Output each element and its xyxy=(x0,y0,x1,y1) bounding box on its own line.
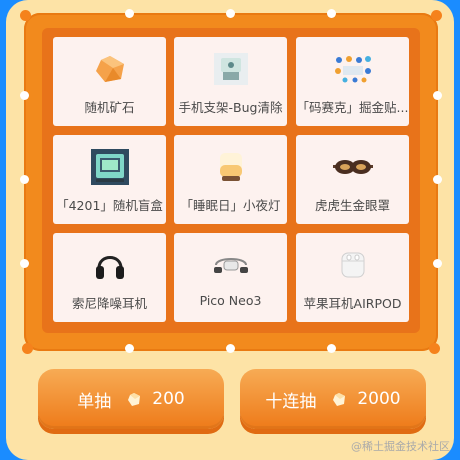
single-draw-label: 单抽 xyxy=(77,391,112,412)
light-dot xyxy=(327,344,336,353)
prize-cell[interactable]: 手机支架-Bug清除 xyxy=(174,37,287,126)
ore-icon xyxy=(88,51,132,87)
prize-cell[interactable]: 「睡眠日」小夜灯 xyxy=(174,135,287,224)
prize-cell[interactable]: 虎虎生金眼罩 xyxy=(296,135,409,224)
single-draw-cost: 200 xyxy=(152,389,185,409)
vr-headset-icon xyxy=(209,247,253,283)
prize-label: 「码赛克」掘金贴... xyxy=(296,100,409,115)
light-dot xyxy=(125,9,134,18)
prize-label: 手机支架-Bug清除 xyxy=(178,100,283,115)
prize-label: Pico Neo3 xyxy=(199,293,262,308)
ten-draw-button[interactable]: 十连抽 2000 xyxy=(240,369,426,429)
ore-coin-icon xyxy=(127,392,142,407)
light-dot xyxy=(433,91,442,100)
light-dot xyxy=(125,344,134,353)
light-dot xyxy=(433,175,442,184)
prize-label: 随机矿石 xyxy=(84,100,135,115)
light-dot xyxy=(20,175,29,184)
prize-cell[interactable]: 「4201」随机盲盒 xyxy=(53,135,166,224)
light-dot xyxy=(327,9,336,18)
night-light-icon xyxy=(209,149,253,185)
light-dot xyxy=(429,343,440,354)
prize-label: 苹果耳机AIRPOD xyxy=(303,296,402,311)
light-dot xyxy=(226,344,235,353)
prize-cell[interactable]: 随机矿石 xyxy=(53,37,166,126)
prize-label: 虎虎生金眼罩 xyxy=(314,198,390,213)
prize-label: 「睡眠日」小夜灯 xyxy=(180,198,281,213)
light-dot xyxy=(433,259,442,268)
light-dot xyxy=(22,343,33,354)
light-dot xyxy=(20,259,29,268)
phone-stand-icon xyxy=(209,51,253,87)
light-dot xyxy=(226,9,235,18)
blind-box-icon xyxy=(88,149,132,185)
airpods-icon xyxy=(331,247,375,283)
prize-cell[interactable]: 索尼降噪耳机 xyxy=(53,233,166,322)
ore-coin-icon xyxy=(332,392,347,407)
headphones-icon xyxy=(88,247,132,283)
prize-label: 「4201」随机盲盒 xyxy=(56,198,163,213)
ten-draw-label: 十连抽 xyxy=(265,391,317,412)
ten-draw-cost: 2000 xyxy=(357,389,401,409)
light-dot xyxy=(20,91,29,100)
watermark: @稀土掘金技术社区 xyxy=(351,440,450,453)
light-dot xyxy=(431,10,442,21)
single-draw-button[interactable]: 单抽 200 xyxy=(38,369,224,429)
prize-cell[interactable]: 「码赛克」掘金贴... xyxy=(296,37,409,126)
prize-label: 索尼降噪耳机 xyxy=(71,296,147,311)
stickers-icon xyxy=(331,51,375,87)
prize-cell[interactable]: Pico Neo3 xyxy=(174,233,287,322)
eye-mask-icon xyxy=(331,149,375,185)
light-dot xyxy=(20,10,31,21)
prize-grid: 随机矿石 手机支架-Bug清除 「码赛克」掘金贴... 「4201」随机盲盒 「… xyxy=(42,28,420,333)
prize-cell[interactable]: 苹果耳机AIRPOD xyxy=(296,233,409,322)
